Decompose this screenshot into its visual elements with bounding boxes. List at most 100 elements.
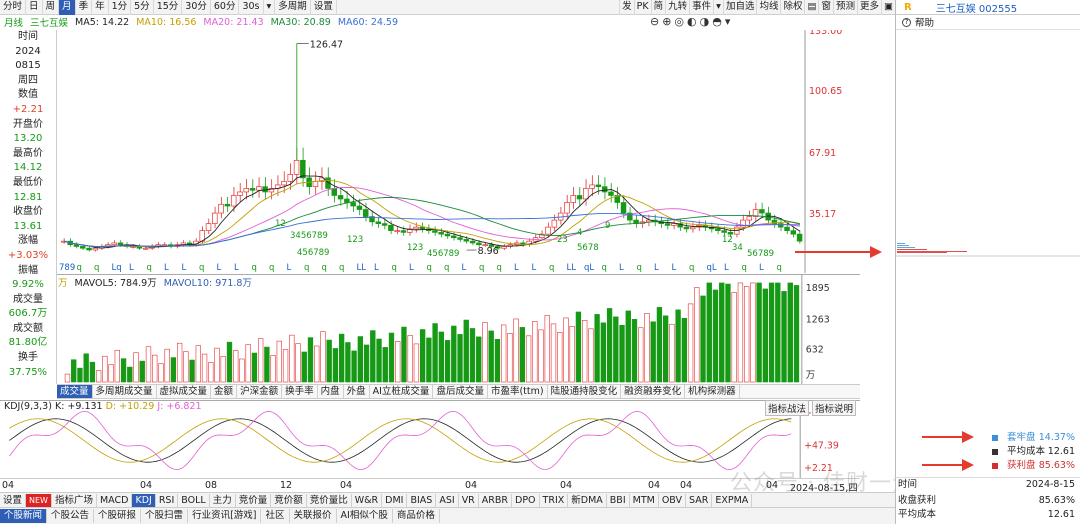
period-button[interactable]: 1分 — [109, 0, 132, 15]
indicator-tab[interactable]: DMI — [382, 493, 408, 507]
signal-marker: q — [777, 263, 782, 273]
indicator-tab[interactable]: 竞价额 — [271, 493, 307, 507]
help-row[interactable]: ? 帮助 — [896, 15, 1080, 30]
period-button[interactable]: 5分 — [131, 0, 154, 15]
volume-axis-label: 万 — [806, 370, 815, 381]
candle-body — [576, 195, 583, 200]
legend-trapped: 套牢盘 14.37% — [896, 431, 1080, 445]
indicator-tab[interactable]: BIAS — [407, 493, 437, 507]
chart-tools-icons[interactable]: ⊖⊕◎◐◑◓▾ — [650, 15, 733, 29]
news-tab[interactable]: 关联报价 — [290, 509, 337, 523]
candle-body — [86, 247, 92, 251]
volume-bar — [737, 282, 744, 383]
signal-marker: L — [724, 263, 729, 273]
volume-tab[interactable]: AI立桩成交量 — [370, 385, 434, 398]
candle-body — [249, 188, 256, 191]
info-value: 2024 — [15, 45, 41, 57]
volume-tab[interactable]: 沪深金额 — [237, 385, 283, 398]
volume-tab[interactable]: 多周期成交量 — [93, 385, 157, 398]
toolbar-action-button[interactable]: ▣ — [881, 0, 895, 15]
period-button[interactable]: 分时 — [0, 0, 27, 15]
volume-tab[interactable]: 成交量 — [57, 385, 93, 398]
indicator-tab[interactable]: RSI — [156, 493, 179, 507]
volume-tab[interactable]: 融资融券变化 — [621, 385, 686, 398]
indicator-tab[interactable]: OBV — [659, 493, 687, 507]
volume-tab[interactable]: 陆股通持股变化 — [548, 385, 622, 398]
period-button[interactable]: 设置 — [311, 0, 337, 15]
volume-tab[interactable]: 内盘 — [318, 385, 344, 398]
period-button[interactable]: 月 — [59, 0, 76, 15]
volume-chart[interactable]: 1895 1263 632 万 — [57, 274, 860, 384]
period-button[interactable]: 多周期 — [275, 0, 311, 15]
volume-tab[interactable]: 盘后成交量 — [433, 385, 488, 398]
toolbar-action-button[interactable]: 发 — [619, 0, 634, 15]
toolbar-action-button[interactable]: ▾ — [713, 0, 723, 15]
news-tab[interactable]: 个股新闻 — [0, 509, 48, 523]
indicator-strategy-button[interactable]: 指标战法 — [765, 400, 810, 416]
volume-tab[interactable]: 机构探测器 — [685, 385, 740, 398]
news-tab[interactable]: 个股扫雷 — [141, 509, 189, 523]
period-button[interactable]: 周 — [43, 0, 60, 15]
indicator-tab[interactable]: NEW — [26, 493, 52, 507]
period-button[interactable]: ▾ — [264, 0, 276, 15]
signal-marker: q — [637, 263, 642, 273]
indicator-tab[interactable]: 设置 — [0, 493, 27, 507]
volume-axis-label: 632 — [806, 344, 824, 355]
volume-bar — [251, 352, 258, 383]
toolbar-action-button[interactable]: 简 — [650, 0, 666, 15]
period-button[interactable]: 30s — [239, 0, 264, 15]
news-tab[interactable]: AI相似个股 — [337, 509, 393, 523]
news-tab[interactable]: 社区 — [261, 509, 290, 523]
indicator-tab[interactable]: ASI — [436, 493, 459, 507]
toolbar-action-button[interactable]: ▤ — [804, 0, 818, 15]
indicator-tab[interactable]: ARBR — [479, 493, 513, 507]
period-button[interactable]: 年 — [92, 0, 109, 15]
indicator-tab[interactable]: KDJ — [132, 493, 156, 507]
volume-axis-label: 1895 — [806, 283, 830, 294]
indicator-tab[interactable]: 主力 — [210, 493, 236, 507]
indicator-help-button[interactable]: 指标说明 — [812, 400, 857, 416]
indicator-tab[interactable]: VR — [459, 493, 479, 507]
toolbar-action-button[interactable]: PK — [633, 0, 651, 15]
indicator-tab[interactable]: TRIX — [540, 493, 569, 507]
news-tab[interactable]: 行业资讯[游戏] — [188, 509, 262, 523]
period-button[interactable]: 15分 — [154, 0, 183, 15]
volume-tab[interactable]: 虚拟成交量 — [157, 385, 212, 398]
stock-title[interactable]: 三七互娱 002555 — [936, 0, 1017, 15]
toolbar-action-button[interactable]: 窗 — [818, 0, 833, 15]
toolbar-action-button[interactable]: 事件 — [689, 0, 713, 15]
toolbar-action-button[interactable]: 均线 — [756, 0, 780, 15]
indicator-tab[interactable]: SAR — [686, 493, 713, 507]
indicator-tab[interactable]: W&R — [352, 493, 383, 507]
toolbar-action-button[interactable]: 更多 — [857, 0, 881, 15]
toolbar-action-button[interactable]: 除权 — [780, 0, 804, 15]
indicator-tab[interactable]: BOLL — [178, 493, 210, 507]
indicator-tab[interactable]: 指标广场 — [52, 493, 97, 507]
price-chart[interactable]: 133.00100.6567.9135.17126.478.96789 q q Lq L… — [57, 30, 860, 273]
period-button[interactable]: 60分 — [211, 0, 240, 15]
toolbar-action-button[interactable]: 加自选 — [722, 0, 757, 15]
indicator-tab[interactable]: 新DMA — [568, 493, 607, 507]
indicator-tab[interactable]: 竞价量比 — [307, 493, 352, 507]
volume-tab[interactable]: 市盈率(ttm) — [488, 385, 548, 398]
news-tab[interactable]: 商品价格 — [393, 509, 440, 523]
toolbar-action-button[interactable]: 预测 — [832, 0, 857, 15]
period-button[interactable]: 日 — [26, 0, 43, 15]
indicator-tab[interactable]: BBI — [607, 493, 630, 507]
volume-tab[interactable]: 换手率 — [282, 385, 318, 398]
candle-body — [419, 226, 426, 230]
indicator-tab[interactable]: MTM — [630, 493, 659, 507]
indicator-tab[interactable]: 竞价量 — [236, 493, 272, 507]
candle-body — [501, 246, 507, 249]
period-button[interactable]: 季 — [76, 0, 93, 15]
news-tab[interactable]: 个股公告 — [47, 509, 95, 523]
toolbar-action-button[interactable]: 九转 — [665, 0, 689, 15]
volume-tab[interactable]: 金额 — [211, 385, 238, 398]
indicator-tab[interactable]: DPO — [512, 493, 540, 507]
profit-label: 获利盘 — [1007, 460, 1036, 471]
volume-tab[interactable]: 外盘 — [344, 385, 370, 398]
signal-marker: qL — [707, 263, 717, 273]
period-button[interactable]: 30分 — [182, 0, 211, 15]
indicator-tab[interactable]: MACD — [97, 493, 133, 507]
news-tab[interactable]: 个股研报 — [94, 509, 142, 523]
